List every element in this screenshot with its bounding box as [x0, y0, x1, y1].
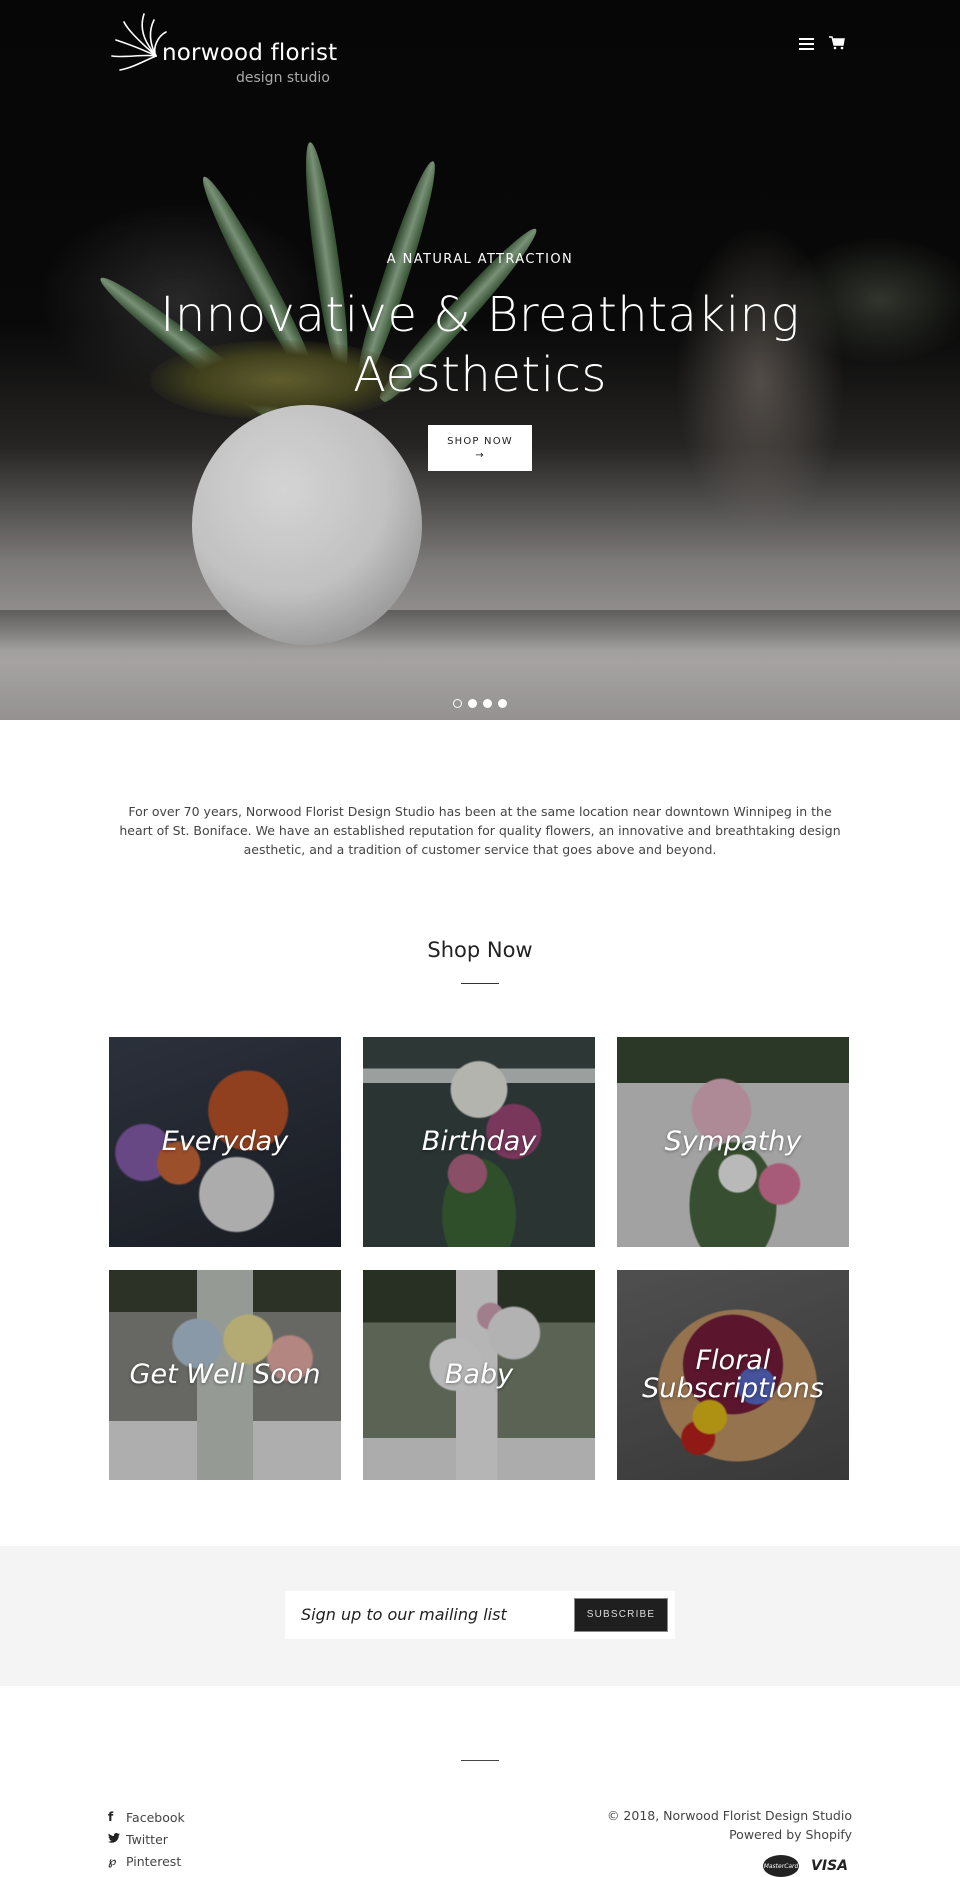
shopping-cart-icon[interactable] [829, 36, 845, 50]
collection-tile-everyday[interactable]: Everyday [109, 1037, 341, 1247]
facebook-icon: f [108, 1810, 114, 1824]
slide-dot[interactable] [483, 699, 492, 708]
social-link-label: Twitter [126, 1831, 168, 1847]
logo-name: norwood florist [162, 40, 338, 66]
visa-icon: VISA [811, 1858, 848, 1874]
shop-now-heading: Shop Now [427, 938, 533, 962]
slide-dot[interactable] [453, 699, 462, 708]
logo-plant-icon [111, 13, 167, 71]
slide-dot[interactable] [468, 699, 477, 708]
hero-content: A NATURAL ATTRACTION Innovative & Breath… [0, 252, 960, 471]
collection-tile-birthday[interactable]: Birthday [363, 1037, 595, 1247]
collection-label: Floral Subscriptions [642, 1345, 824, 1404]
hero-slideshow: norwood florist design studio A NATURAL … [0, 0, 960, 720]
hero-title-line: Innovative & Breathtaking [160, 287, 800, 343]
social-link-label: Pinterest [126, 1853, 182, 1869]
pinterest-icon: ℘ [108, 1854, 117, 1868]
footer-divider [461, 1760, 499, 1761]
social-link-label: Facebook [126, 1809, 185, 1825]
social-link-pinterest[interactable]: ℘ Pinterest [108, 1850, 185, 1872]
collection-tile-baby[interactable]: Baby [363, 1270, 595, 1480]
powered-by-link[interactable]: Powered by Shopify [607, 1825, 852, 1844]
slide-dot[interactable] [498, 699, 507, 708]
twitter-icon [108, 1832, 126, 1846]
social-link-facebook[interactable]: f Facebook [108, 1806, 185, 1828]
intro-text: For over 70 years, Norwood Florist Desig… [119, 804, 841, 857]
footer-legal: © 2018, Norwood Florist Design Studio Po… [607, 1806, 852, 1844]
hero-title-line: Aesthetics [353, 347, 607, 403]
section-divider [461, 983, 499, 984]
copyright-text: © 2018, Norwood Florist Design Studio [606, 1808, 852, 1823]
site-logo[interactable]: norwood florist design studio [108, 10, 338, 86]
collection-label: Everyday [161, 1126, 289, 1157]
social-links: f Facebook Twitter ℘ Pinterest [108, 1806, 185, 1872]
hero-kicker: A NATURAL ATTRACTION [386, 252, 574, 267]
collection-label: Get Well Soon [129, 1359, 321, 1390]
payment-icons: MasterCard VISA [763, 1855, 848, 1877]
collection-tile-sympathy[interactable]: Sympathy [617, 1037, 849, 1247]
newsletter-email-input[interactable] [301, 1599, 561, 1629]
hero-shop-now-button[interactable]: SHOP NOW → [428, 425, 532, 471]
collection-tile-floral-subscriptions[interactable]: Floral Subscriptions [617, 1270, 849, 1480]
slideshow-pagination [453, 699, 507, 709]
collection-label: Birthday [421, 1126, 537, 1157]
subscribe-button[interactable]: SUBSCRIBE [574, 1598, 668, 1632]
newsletter-section: SUBSCRIBE [0, 1546, 960, 1686]
hamburger-menu-icon[interactable] [799, 38, 814, 50]
collection-label: Baby [444, 1359, 514, 1390]
social-link-twitter[interactable]: Twitter [108, 1828, 185, 1850]
mastercard-icon: MasterCard [763, 1855, 800, 1877]
collection-label: Sympathy [664, 1126, 802, 1157]
arrow-right-icon: → [475, 450, 485, 461]
collection-tile-get-well-soon[interactable]: Get Well Soon [109, 1270, 341, 1480]
hero-title: Innovative & Breathtaking Aesthetics [0, 285, 960, 405]
hero-shop-now-label: SHOP NOW [447, 436, 513, 447]
logo-subtitle: design studio [236, 70, 330, 86]
newsletter-form: SUBSCRIBE [285, 1591, 675, 1639]
